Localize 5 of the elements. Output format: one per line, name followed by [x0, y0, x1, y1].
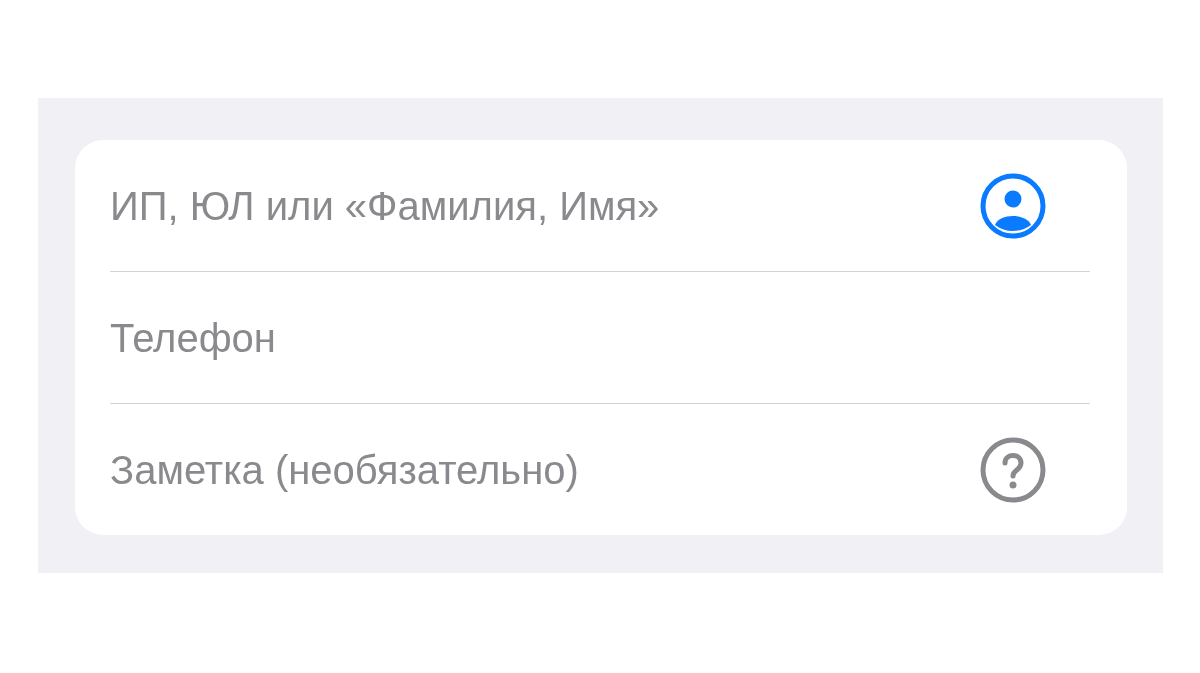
input-field[interactable]: Заметка (необязательно) [110, 439, 980, 500]
contact-icon[interactable] [980, 172, 1046, 239]
help-icon[interactable] [980, 436, 1046, 503]
input-field[interactable]: Телефон [110, 307, 1090, 368]
input-field[interactable]: ИП, ЮЛ или «Фамилия, Имя» [110, 175, 980, 236]
